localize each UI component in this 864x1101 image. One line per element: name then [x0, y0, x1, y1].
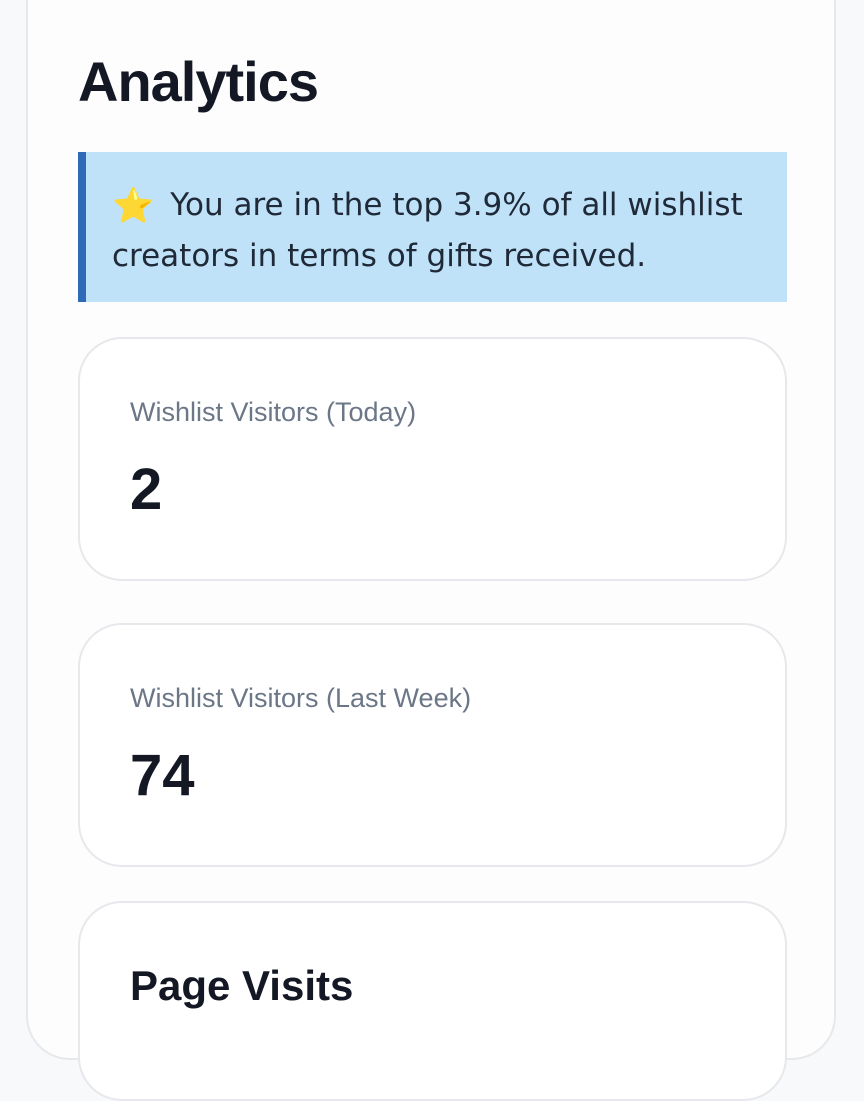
visitors-today-card: Wishlist Visitors (Today) 2	[78, 337, 787, 581]
ranking-banner-text: You are in the top 3.9% of all wishlist …	[112, 187, 743, 274]
visitors-last-week-label: Wishlist Visitors (Last Week)	[130, 683, 472, 713]
ranking-banner: ⭐ You are in the top 3.9% of all wishlis…	[78, 152, 787, 302]
star-icon: ⭐	[112, 186, 155, 226]
visitors-today-value: 2	[130, 457, 163, 522]
page-title: Analytics	[78, 50, 319, 113]
page-visits-title: Page Visits	[130, 962, 354, 1009]
visitors-last-week-value: 74	[130, 743, 195, 808]
visitors-last-week-card: Wishlist Visitors (Last Week) 74	[78, 623, 787, 867]
page-visits-card: Page Visits	[78, 901, 787, 1101]
visitors-today-label: Wishlist Visitors (Today)	[130, 397, 417, 427]
